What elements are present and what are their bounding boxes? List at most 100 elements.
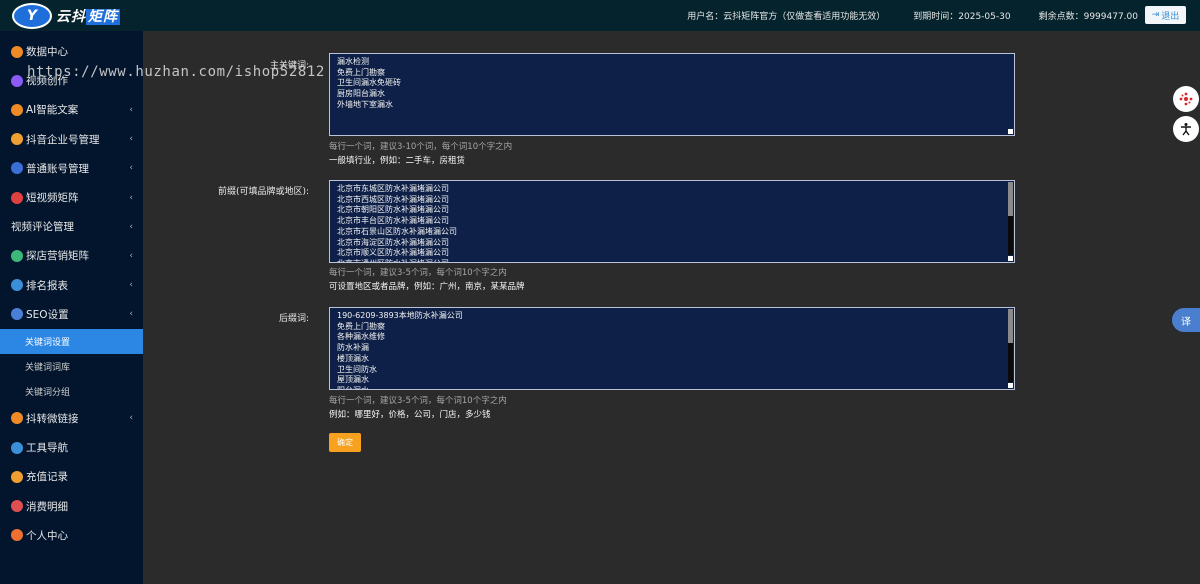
keyword-line: 屋顶漏水	[337, 375, 369, 385]
keyword-line: 北京市东城区防水补漏堵漏公司	[337, 184, 449, 193]
expire-text: 到期时间：2025-05-30	[913, 12, 1011, 22]
sidebar-item[interactable]: AI智能文案 ‹	[0, 95, 143, 124]
accessibility-icon	[1181, 123, 1191, 136]
keyword-line: 免费上门勘察	[337, 67, 385, 77]
keyword-line: 外墙地下室漏水	[337, 99, 393, 109]
logo-text-part2: 矩阵	[86, 8, 120, 25]
sidebar-item[interactable]: 抖音企业号管理 ‹	[0, 125, 143, 154]
header-info: 用户名：云抖矩阵官方（仅做查看适用功能无效） 到期时间：2025-05-30 剩…	[687, 0, 1138, 31]
suffix-example: 例如：哪里好，价格，公司，门店，多少钱	[329, 410, 491, 420]
data-center-icon	[11, 45, 23, 58]
sidebar-item-label: SEO设置	[26, 308, 69, 321]
main-keyword-hint: 每行一个词，建议3-10个词，每个词10个字之内	[329, 142, 513, 152]
main-content: 主关键词: 漏水检测 免费上门勘察 卫生间漏水免砸砖 厨房阳台漏水 外墙地下室漏水 每行…	[143, 31, 1200, 584]
recharge-icon	[11, 470, 23, 483]
chevron-left-icon: ‹	[129, 221, 133, 232]
resize-handle[interactable]	[1008, 383, 1013, 388]
chevron-left-icon: ‹	[129, 413, 133, 424]
prefix-example: 可设置地区或者品牌，例如：广州，南京，某某品牌	[329, 282, 525, 292]
top-header: Y 云抖 矩阵 用户名：云抖矩阵官方（仅做查看适用功能无效） 到期时间：2025-…	[0, 0, 1200, 31]
keyword-line: 北京市顺义区防水补漏堵漏公司	[337, 248, 449, 258]
resize-handle[interactable]	[1008, 256, 1013, 261]
sidebar-item-label: 短视频矩阵	[26, 192, 79, 205]
network-icon	[1179, 92, 1193, 106]
main-keyword-lines: 漏水检测 免费上门勘察 卫生间漏水免砸砖 厨房阳台漏水 外墙地下室漏水	[330, 54, 1014, 111]
keyword-line: 楼顶漏水	[337, 353, 369, 363]
seo-icon	[11, 308, 23, 321]
chevron-left-icon: ‹	[129, 163, 133, 174]
account-icon	[11, 162, 23, 175]
suffix-scrollbar[interactable]	[1008, 309, 1013, 382]
prefix-hint: 每行一个词，建议3-5个词，每个词10个字之内	[329, 268, 507, 278]
accessibility-float-button[interactable]	[1173, 116, 1199, 142]
user-center-icon	[11, 529, 23, 542]
suffix-hint: 每行一个词，建议3-5个词，每个词10个字之内	[329, 396, 507, 406]
sidebar-item-label: 抖音企业号管理	[26, 133, 100, 146]
resize-handle[interactable]	[1008, 129, 1013, 134]
translate-tab[interactable]: 译	[1172, 308, 1200, 332]
logout-button[interactable]: ⇥ 退出	[1145, 6, 1186, 24]
sidebar-item-label: 视频评论管理	[11, 221, 74, 234]
sidebar-item[interactable]: SEO设置 ‹	[0, 300, 143, 329]
sidebar-item[interactable]: 抖转微链接 ‹	[0, 404, 143, 433]
sidebar-subitem[interactable]: 关键词词库	[0, 354, 143, 379]
chevron-left-icon: ‹	[129, 280, 133, 291]
short-video-icon	[11, 191, 23, 204]
sidebar-item-label: AI智能文案	[26, 104, 79, 117]
sidebar-item[interactable]: 充值记录	[0, 462, 143, 491]
logo-text-part1: 云抖	[56, 8, 86, 25]
logo[interactable]: Y 云抖 矩阵	[0, 0, 143, 31]
tool-icon	[11, 441, 23, 454]
keyword-line: 厨房阳台漏水	[337, 89, 385, 99]
sidebar-item[interactable]: 个人中心	[0, 521, 143, 550]
keyword-line: 漏水检测	[337, 57, 369, 66]
sidebar-item[interactable]: 普通账号管理 ‹	[0, 154, 143, 183]
logo-text: 云抖 矩阵	[56, 6, 120, 26]
sidebar-item[interactable]: 短视频矩阵 ‹	[0, 183, 143, 212]
sidebar-item[interactable]: 排名报表 ‹	[0, 271, 143, 300]
sidebar-item-label: 充值记录	[26, 471, 68, 484]
prefix-lines: 北京市东城区防水补漏堵漏公司 北京市西城区防水补漏堵漏公司 北京市朝阳区防水补漏堵漏…	[330, 181, 1014, 262]
suffix-lines: 190-6209-3893本地防水补漏公司 免费上门勘察 各种漏水维修 防水补漏 楼顶漏…	[330, 308, 1014, 389]
suffix-textarea[interactable]: 190-6209-3893本地防水补漏公司 免费上门勘察 各种漏水维修 防水补漏 楼顶漏…	[329, 307, 1015, 390]
share-float-button[interactable]	[1173, 86, 1199, 112]
keyword-line: 北京市石景山区防水补漏堵漏公司	[337, 226, 457, 236]
link-icon	[11, 412, 23, 425]
keyword-line: 防水补漏	[337, 343, 369, 353]
main-keyword-textarea[interactable]: 漏水检测 免费上门勘察 卫生间漏水免砸砖 厨房阳台漏水 外墙地下室漏水	[329, 53, 1015, 136]
sidebar-item-label: 个人中心	[26, 529, 68, 542]
sidebar-item[interactable]: 数据中心	[0, 37, 143, 66]
points-text: 剩余点数：9999477.00	[1038, 12, 1138, 22]
prefix-textarea[interactable]: 北京市东城区防水补漏堵漏公司 北京市西城区防水补漏堵漏公司 北京市朝阳区防水补漏堵漏…	[329, 180, 1015, 263]
sidebar-item-label: 抖转微链接	[26, 412, 79, 425]
username-text: 用户名：云抖矩阵官方（仅做查看适用功能无效）	[687, 12, 886, 22]
keyword-line: 北京市通州区防水补漏堵漏公司	[330, 259, 1014, 262]
keyword-line: 卫生间漏水免砸砖	[337, 78, 401, 88]
scrollbar-thumb[interactable]	[1008, 309, 1013, 343]
keyword-line: 北京市西城区防水补漏堵漏公司	[337, 194, 449, 204]
sidebar-item-label: 消费明细	[26, 500, 68, 513]
logo-badge: Y	[12, 2, 52, 29]
sidebar-item[interactable]: 探店营销矩阵 ‹	[0, 241, 143, 270]
sidebar-item[interactable]: 视频评论管理 ‹	[0, 212, 143, 241]
ranking-icon	[11, 279, 23, 292]
sidebar-item[interactable]: 消费明细	[0, 491, 143, 520]
prefix-scrollbar[interactable]	[1008, 182, 1013, 255]
keyword-line: 阳台漏水	[330, 386, 1014, 389]
prefix-label: 前缀(可填品牌或地区):	[217, 187, 309, 197]
sidebar-item-label: 工具导航	[26, 442, 68, 455]
sidebar-item-label: 探店营销矩阵	[26, 250, 89, 263]
sidebar-subitem[interactable]: 关键词设置	[0, 328, 143, 354]
sidebar-item[interactable]: 工具导航	[0, 433, 143, 462]
sidebar-subitem[interactable]: 关键词分组	[0, 379, 143, 404]
keyword-line: 北京市朝阳区防水补漏堵漏公司	[337, 205, 449, 215]
confirm-button[interactable]: 确定	[329, 433, 361, 452]
enterprise-icon	[11, 133, 23, 146]
watermark: https://www.huzhan.com/ishop52812	[27, 64, 325, 80]
chevron-left-icon: ‹	[129, 134, 133, 145]
scrollbar-thumb[interactable]	[1008, 182, 1013, 216]
keyword-line: 各种漏水维修	[337, 332, 385, 342]
keyword-line: 190-6209-3893本地防水补漏公司	[337, 311, 463, 320]
sidebar-item-label: 数据中心	[26, 46, 68, 59]
logout-icon: ⇥	[1151, 10, 1160, 20]
